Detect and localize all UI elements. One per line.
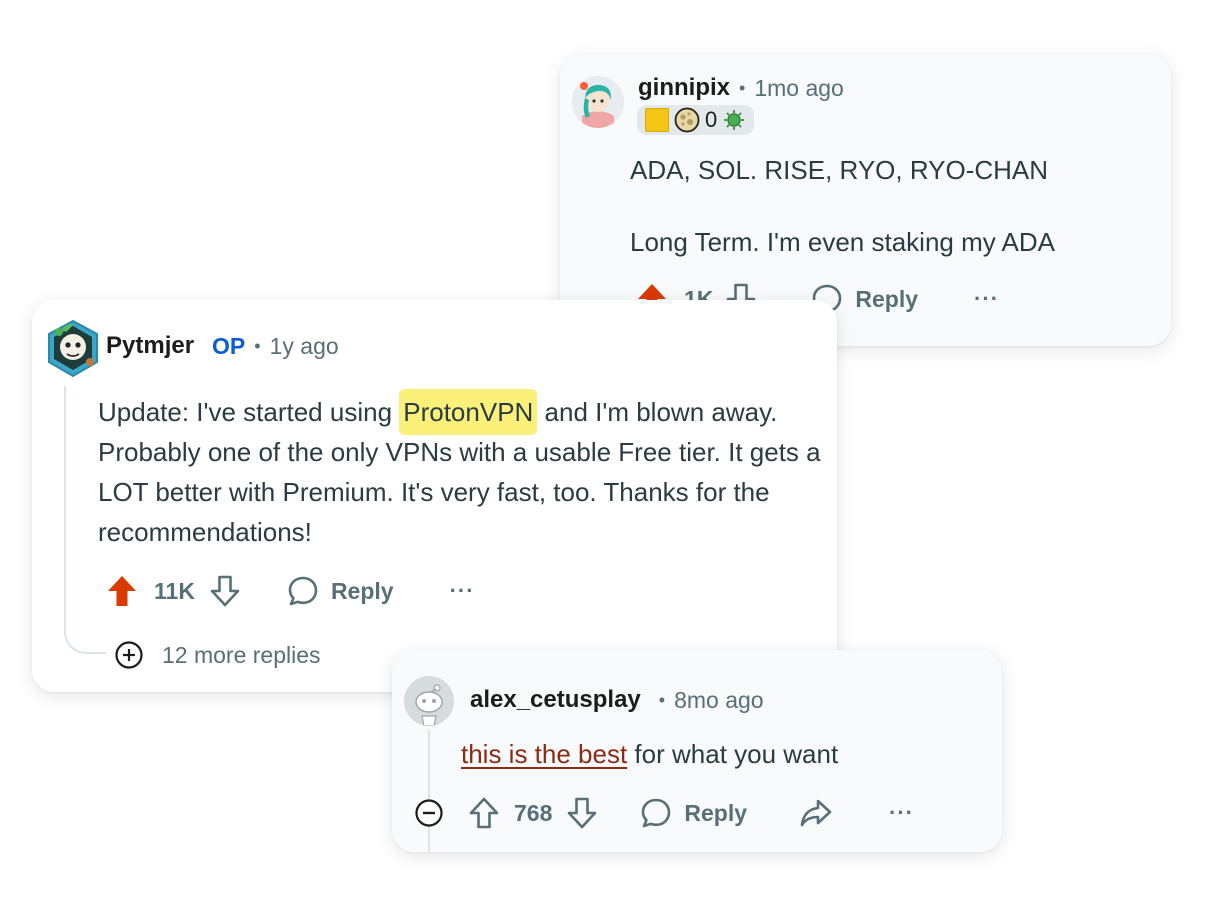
reply-label: Reply: [330, 577, 394, 604]
username-ginnipix[interactable]: ginnipix: [638, 74, 730, 102]
upvote-icon[interactable]: [468, 796, 500, 830]
more-replies-link[interactable]: 12 more replies: [114, 640, 321, 670]
collapse-minus-icon[interactable]: [414, 798, 444, 828]
timestamp: 1mo ago: [754, 74, 844, 101]
comment-body: Update: I've started using ProtonVPN and…: [98, 389, 833, 552]
action-bar: 768 Reply ···: [414, 796, 914, 830]
timestamp: 8mo ago: [674, 686, 764, 713]
reply-label: Reply: [684, 799, 748, 826]
reply-button[interactable]: Reply: [640, 797, 747, 829]
username-alex[interactable]: alex_cetusplay: [470, 686, 641, 714]
separator-dot: •: [739, 77, 746, 98]
gold-square-icon: [645, 108, 669, 132]
downvote-icon[interactable]: [566, 796, 598, 830]
user-flair: 0: [637, 105, 755, 135]
moon-icon: [674, 107, 700, 133]
upvote-icon[interactable]: [106, 574, 138, 608]
more-replies-label[interactable]: 12 more replies: [162, 642, 321, 669]
comment-body: ADA, SOL. RISE, RYO, RYO-CHAN Long Term.…: [630, 150, 1150, 262]
comment-text: Update: I've started using: [98, 397, 400, 427]
separator-dot: •: [254, 335, 261, 356]
avatar-ginnipix[interactable]: [572, 76, 624, 128]
more-options-button[interactable]: ···: [889, 800, 914, 826]
more-options-button[interactable]: ···: [974, 286, 999, 312]
more-options-button[interactable]: ···: [450, 578, 475, 604]
timestamp: 1y ago: [269, 332, 339, 359]
comment-link[interactable]: this is the best: [461, 739, 627, 769]
downvote-icon[interactable]: [209, 574, 241, 608]
reply-label: Reply: [855, 285, 919, 312]
comment-card-alex: alex_cetusplay • 8mo ago this is the bes…: [392, 650, 1002, 852]
flair-count: 0: [705, 107, 718, 132]
vote-score: 768: [514, 799, 553, 826]
avatar-pytmjer[interactable]: [44, 318, 102, 378]
thread-line: [428, 730, 430, 852]
virus-icon: [722, 108, 746, 132]
share-icon[interactable]: [799, 797, 833, 829]
comment-line: Long Term. I'm even staking my ADA: [630, 227, 1056, 257]
reply-bubble-icon: [287, 575, 319, 607]
comment-card-pytmjer: Pytmjer OP • 1y ago Update: I've started…: [32, 300, 837, 692]
comment-text: for what you want: [627, 739, 839, 769]
reply-bubble-icon: [640, 797, 672, 829]
op-badge: OP: [212, 332, 246, 359]
comment-line: ADA, SOL. RISE, RYO, RYO-CHAN: [630, 155, 1049, 185]
expand-plus-icon[interactable]: [114, 640, 144, 670]
separator-dot: •: [658, 689, 666, 710]
highlighted-term: ProtonVPN: [399, 389, 538, 435]
avatar-alex[interactable]: [404, 676, 454, 726]
username-pytmjer[interactable]: Pytmjer: [106, 332, 194, 360]
vote-score: 11K: [154, 577, 195, 604]
comment-body: this is the best for what you want: [461, 734, 991, 774]
reply-button[interactable]: Reply: [287, 575, 394, 607]
action-bar: 11K Reply ···: [106, 574, 475, 608]
